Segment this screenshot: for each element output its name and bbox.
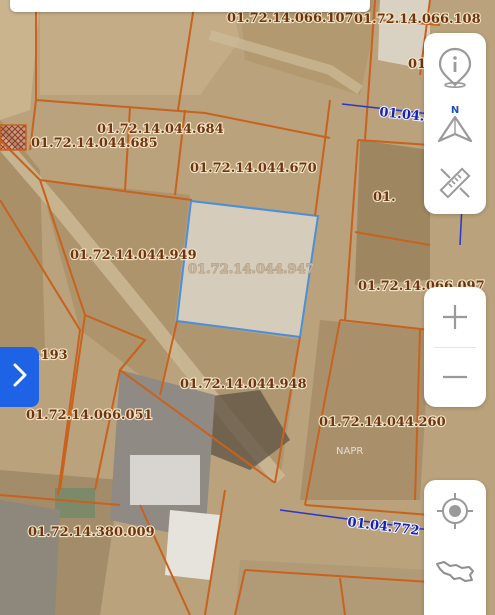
navigation-panel bbox=[424, 480, 486, 615]
cadastral-map[interactable]: 01.72.14.066.107 01.72.14.066.108 01.72.… bbox=[0, 0, 495, 615]
parcel-label-108: 01.72.14.066.108 bbox=[354, 12, 481, 27]
locate-me-button[interactable] bbox=[424, 482, 486, 540]
parcel-label-949: 01.72.14.044.949 bbox=[70, 248, 197, 263]
parcel-label-685: 01.72.14.044.685 bbox=[31, 136, 158, 151]
info-button[interactable] bbox=[424, 39, 486, 95]
compass-button[interactable]: N bbox=[424, 97, 486, 153]
zoom-in-button[interactable] bbox=[424, 287, 486, 347]
parcel-label-051: 01.72.14.066.051 bbox=[26, 408, 153, 423]
compass-north-icon: N bbox=[435, 103, 475, 147]
map-viewer: 01.72.14.066.107 01.72.14.066.108 01.72.… bbox=[0, 0, 495, 615]
tools-panel: N bbox=[424, 33, 486, 214]
zoom-in-icon bbox=[440, 302, 470, 332]
zoom-panel bbox=[424, 287, 486, 407]
measure-button[interactable] bbox=[424, 155, 486, 211]
search-bar[interactable] bbox=[10, 0, 370, 12]
parcel-label-947: 01.72.14.044.947 bbox=[188, 262, 315, 277]
svg-text:N: N bbox=[451, 105, 459, 116]
parcel-label-01: 01. bbox=[373, 190, 396, 205]
parcel-label-948: 01.72.14.044.948 bbox=[180, 377, 307, 392]
parcel-label-670: 01.72.14.044.670 bbox=[190, 161, 317, 176]
info-location-icon bbox=[436, 46, 474, 88]
country-map-icon bbox=[434, 556, 476, 586]
restricted-parcel[interactable] bbox=[0, 124, 27, 151]
parcel-label-684: 01.72.14.044.684 bbox=[97, 122, 224, 137]
zoom-out-icon bbox=[440, 362, 470, 392]
napr-watermark: NAPR bbox=[336, 446, 363, 457]
parcel-label-107: 01.72.14.066.107 bbox=[227, 11, 354, 26]
zoom-out-button[interactable] bbox=[424, 347, 486, 407]
country-view-button[interactable] bbox=[424, 542, 486, 600]
parcel-label-009: 01.72.14.380.009 bbox=[28, 525, 155, 540]
measure-ruler-icon bbox=[436, 164, 474, 202]
expand-sidebar-button[interactable] bbox=[0, 347, 39, 407]
parcel-label-193: .193 bbox=[36, 348, 68, 363]
parcel-label-260: 01.72.14.044.260 bbox=[319, 415, 446, 430]
locate-me-icon bbox=[435, 491, 475, 531]
chevron-right-icon bbox=[11, 362, 29, 392]
